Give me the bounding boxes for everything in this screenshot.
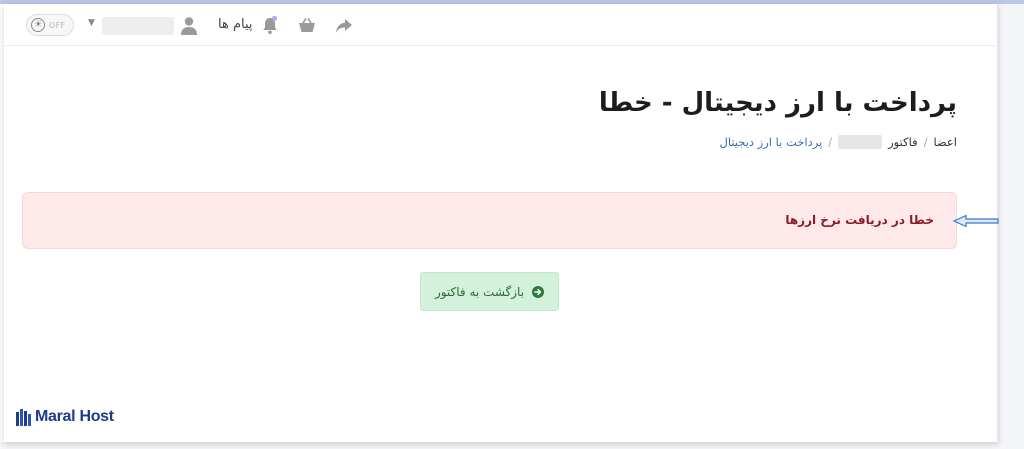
back-to-invoice-button[interactable]: بازگشت به فاکتور (420, 272, 559, 311)
breadcrumb-separator: / (923, 135, 928, 149)
user-name-redacted[interactable] (102, 17, 174, 35)
share-arrow-icon[interactable] (335, 17, 353, 35)
breadcrumb: اعضا / فاکتور / پرداخت با ارز دیجیتال (719, 135, 957, 149)
annotation-arrow-icon (952, 214, 999, 228)
top-bar: ☀ OFF ▼ پیام ها (4, 4, 998, 46)
logo-text: Maral Host (35, 408, 114, 425)
theme-toggle[interactable]: ☀ OFF (26, 14, 74, 36)
breadcrumb-item-members[interactable]: اعضا (933, 135, 957, 149)
theme-toggle-label: OFF (49, 20, 66, 30)
logo-mark-icon (16, 409, 31, 426)
bell-icon[interactable] (262, 15, 278, 35)
arrow-right-circle-icon (532, 285, 545, 298)
page-title: پرداخت با ارز دیجیتال - خطا (598, 88, 957, 118)
error-alert: خطا در دریافت نرخ ارزها (22, 192, 957, 249)
chevron-down-icon[interactable]: ▼ (88, 18, 95, 28)
invoice-number-redacted (838, 135, 883, 149)
user-icon[interactable] (180, 16, 198, 36)
maralhost-logo: Maral Host (16, 407, 114, 427)
error-message: خطا در دریافت نرخ ارزها (785, 213, 934, 227)
breadcrumb-item-invoice[interactable]: فاکتور (888, 135, 917, 149)
breadcrumb-item-crypto-payment: پرداخت با ارز دیجیتال (719, 135, 823, 149)
basket-icon[interactable] (298, 17, 316, 35)
bottom-margin (0, 442, 1024, 449)
messages-link[interactable]: پیام ها (218, 17, 253, 32)
breadcrumb-separator: / (828, 135, 833, 149)
back-button-label: بازگشت به فاکتور (434, 284, 525, 299)
right-margin (998, 4, 1024, 449)
sun-icon: ☀ (31, 18, 45, 32)
